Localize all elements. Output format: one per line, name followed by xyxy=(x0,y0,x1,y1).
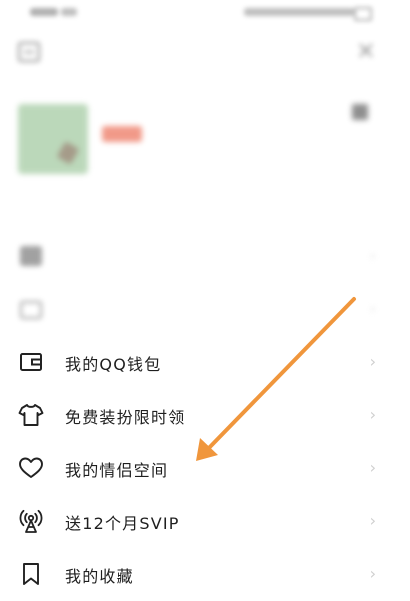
menu-item-svip-gift[interactable]: 送12个月SVIP › xyxy=(0,495,410,548)
menu-item-label: 免费装扮限时领 xyxy=(65,408,186,427)
chevron-right-icon: › xyxy=(369,299,376,318)
menu-item-label: 我的情侣空间 xyxy=(65,461,169,480)
chevron-right-icon: › xyxy=(369,564,376,583)
gift-icon xyxy=(18,296,44,322)
avatar[interactable] xyxy=(18,104,88,174)
chevron-right-icon: › xyxy=(369,458,376,477)
heart-icon xyxy=(18,455,44,481)
menu-item-label: 送12个月SVIP xyxy=(65,514,180,533)
scan-icon[interactable] xyxy=(18,42,40,62)
side-menu: › › 我的QQ钱包 › 免费装扮限时领 › 我的情侣空间 › 送12个月SVI… xyxy=(0,230,410,601)
qr-code-icon[interactable] xyxy=(352,104,368,120)
chevron-right-icon: › xyxy=(369,405,376,424)
menu-item-free-outfit[interactable]: 免费装扮限时领 › xyxy=(0,389,410,442)
menu-item-favorites[interactable]: 我的收藏 › xyxy=(0,548,410,601)
menu-item-qq-wallet[interactable]: 我的QQ钱包 › xyxy=(0,336,410,389)
menu-item-label: 我的QQ钱包 xyxy=(65,355,162,374)
wallet-icon xyxy=(18,349,44,375)
menu-item-label: 我的收藏 xyxy=(65,567,134,586)
bookmark-icon xyxy=(18,561,44,587)
tshirt-icon xyxy=(18,402,44,428)
status-bar xyxy=(0,0,410,30)
status-time xyxy=(30,8,58,16)
chevron-right-icon: › xyxy=(369,511,376,530)
vip-icon xyxy=(18,243,44,269)
menu-item-couple-space[interactable]: 我的情侣空间 › xyxy=(0,442,410,495)
status-icons xyxy=(244,8,354,16)
top-bar: × xyxy=(0,32,410,72)
broadcast-icon xyxy=(18,508,44,534)
status-network xyxy=(61,8,77,16)
close-icon[interactable]: × xyxy=(356,36,376,64)
battery-icon xyxy=(354,7,372,21)
profile-card[interactable] xyxy=(0,96,410,186)
menu-item-gift[interactable]: › xyxy=(0,283,410,336)
chevron-right-icon: › xyxy=(369,246,376,265)
vip-badge xyxy=(102,126,142,142)
chevron-right-icon: › xyxy=(369,352,376,371)
menu-item-vip[interactable]: › xyxy=(0,230,410,283)
